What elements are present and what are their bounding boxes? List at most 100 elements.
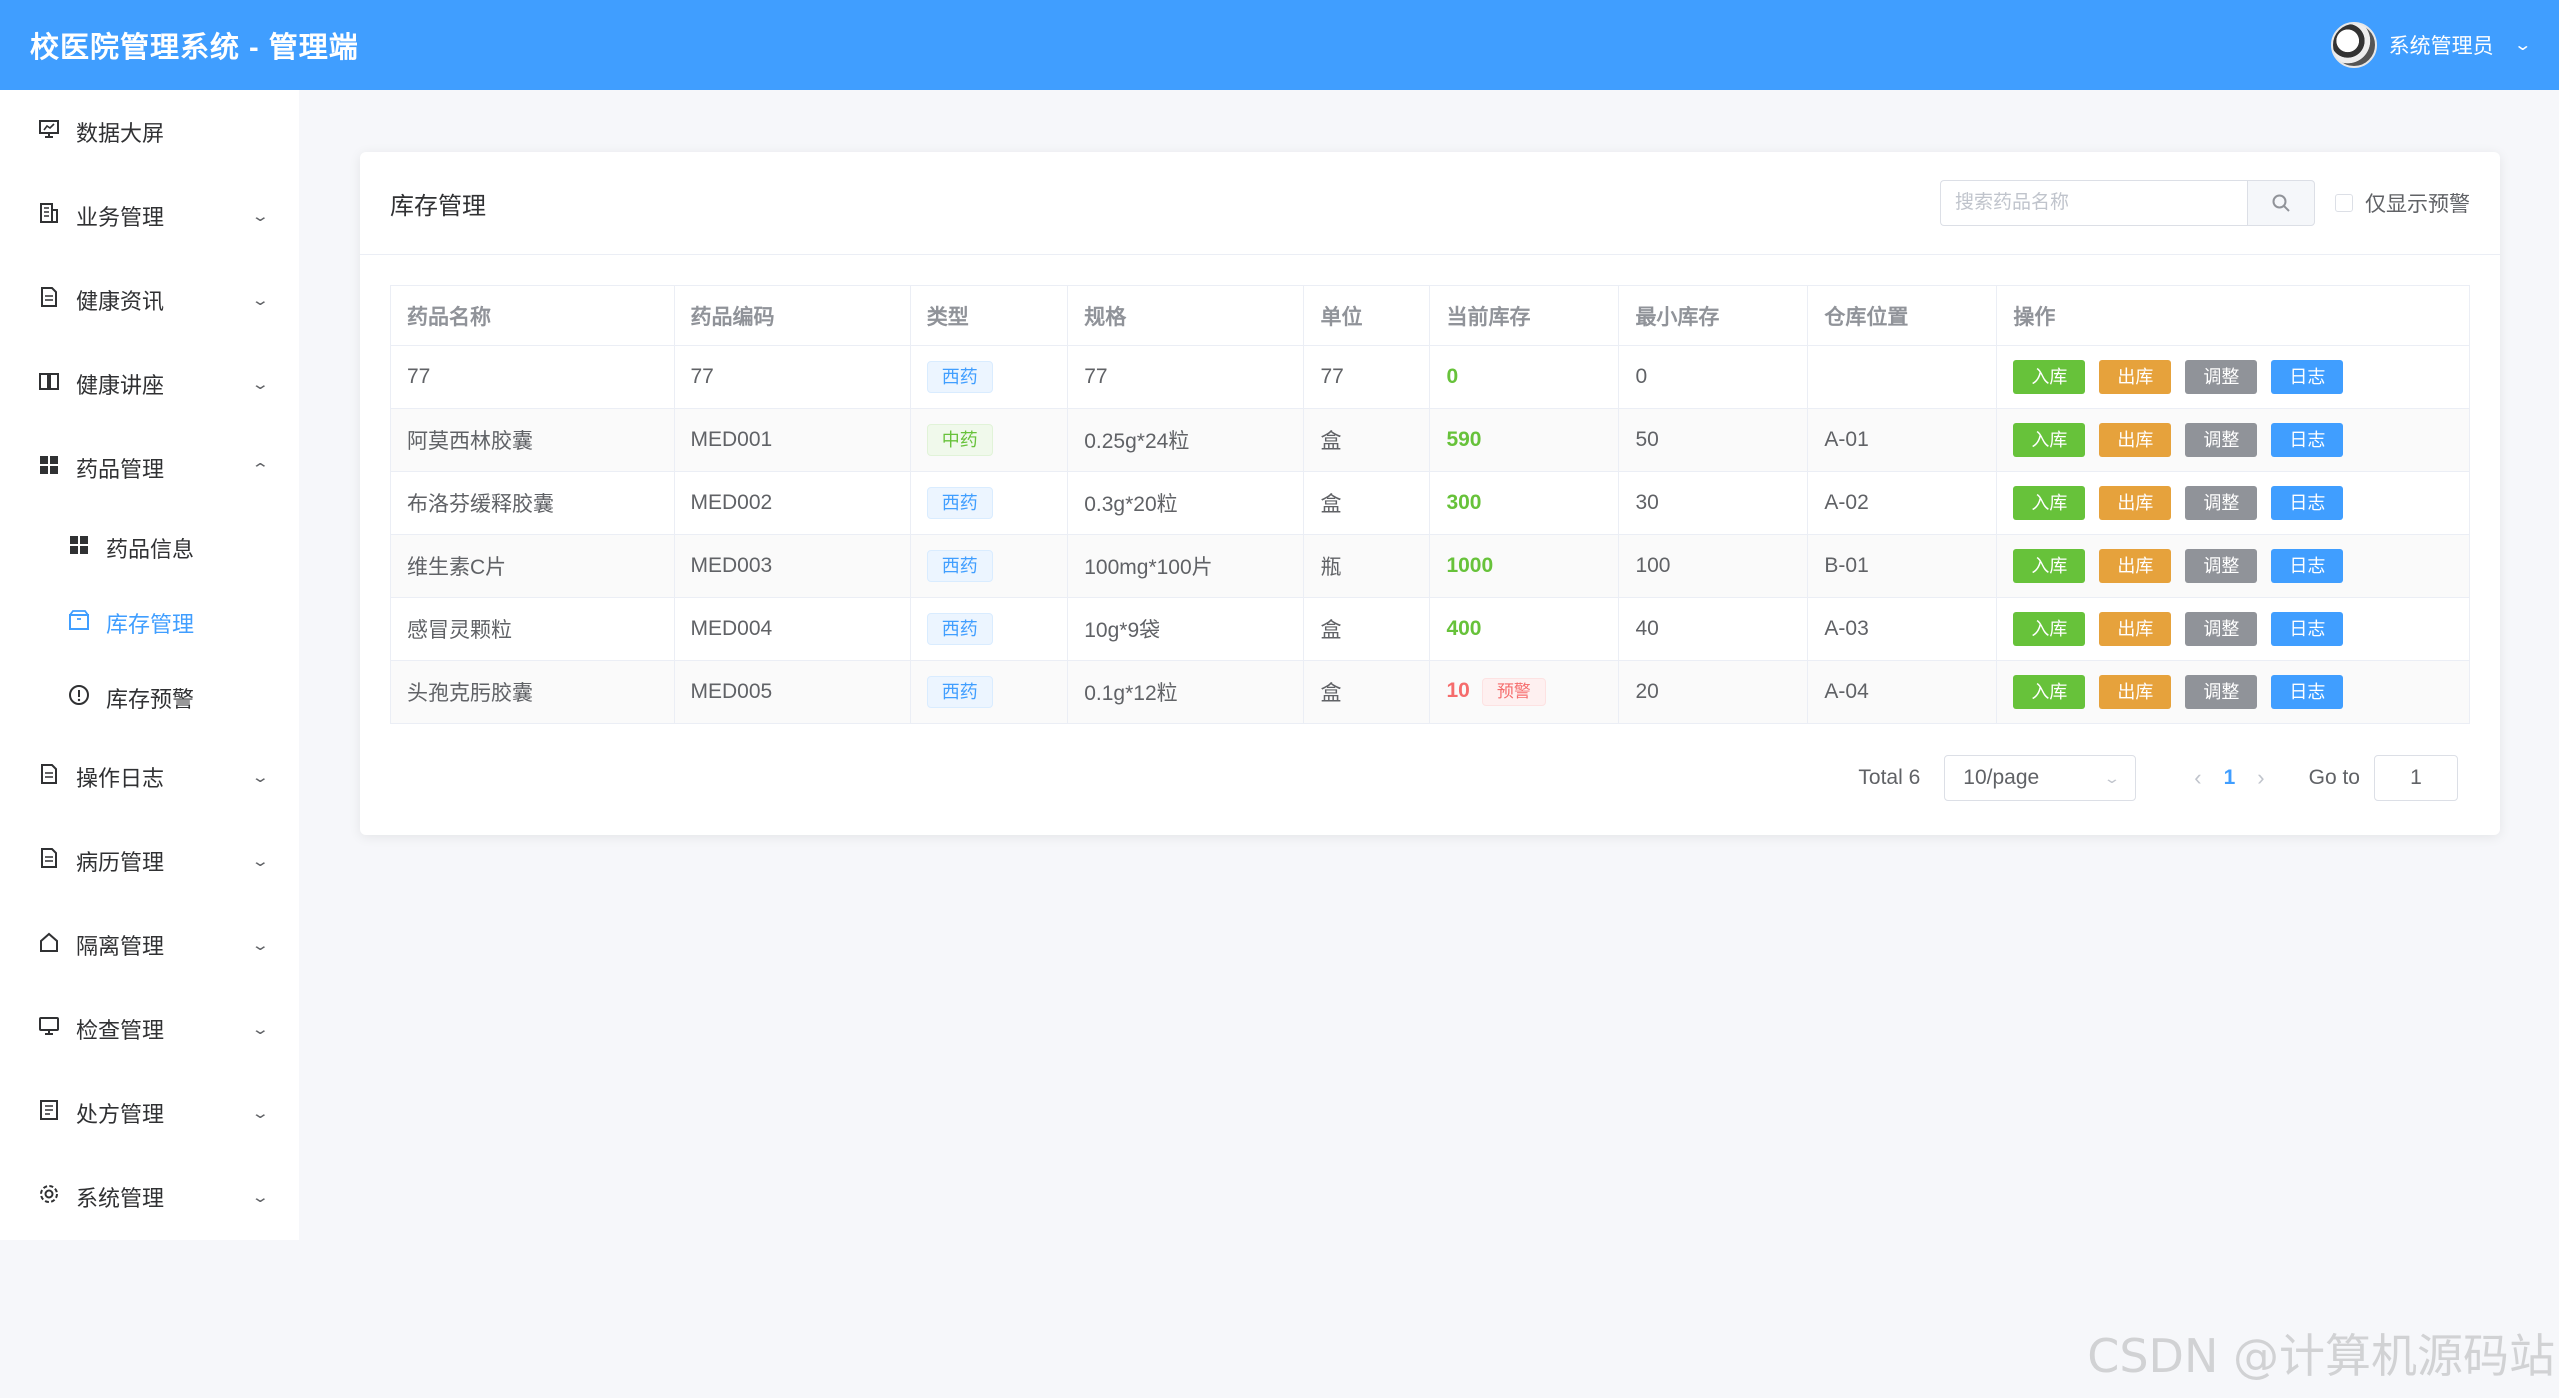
checkbox[interactable] [2335, 194, 2353, 212]
inventory-card: 库存管理 仅显示预警 药品名称 药品编码 类型 规格 单位 [360, 152, 2500, 835]
stock-out-button[interactable]: 出库 [2099, 486, 2172, 520]
stock-out-button[interactable]: 出库 [2099, 549, 2172, 583]
monitor-icon [36, 1015, 62, 1043]
search-icon[interactable] [2271, 193, 2291, 213]
table-row: 感冒灵颗粒 MED004 西药 10g*9袋盒 400 40 A-03 入库 出库 调整 日志 [390, 597, 2470, 661]
sidebar-item-dashboard[interactable]: 数据大屏 [0, 90, 299, 174]
next-page-icon[interactable]: › [2257, 765, 2264, 791]
document-icon [36, 286, 62, 314]
stock-out-button[interactable]: 出库 [2099, 360, 2172, 394]
log-button[interactable]: 日志 [2271, 423, 2344, 457]
user-menu[interactable]: 系统管理员 ⌄ [2330, 22, 2532, 68]
username[interactable]: 系统管理员 [2389, 30, 2494, 60]
cell-stock: 0 [1429, 345, 1620, 409]
avatar[interactable] [2330, 22, 2377, 68]
log-button[interactable]: 日志 [2271, 612, 2344, 646]
cell-unit: 瓶 [1303, 534, 1431, 598]
sidebar-item-health-news[interactable]: 健康资讯 ⌄ [0, 258, 299, 342]
sidebar-item-operation-log[interactable]: 操作日志 ⌄ [0, 735, 299, 819]
sidebar-subitem-label: 药品信息 [106, 536, 195, 562]
cell-type: 西药 [910, 597, 1069, 661]
sidebar-item-isolation[interactable]: 隔离管理 ⌄ [0, 903, 299, 987]
adjust-button[interactable]: 调整 [2185, 612, 2258, 646]
building-icon [36, 202, 62, 230]
stock-in-button[interactable]: 入库 [2013, 612, 2086, 646]
stock-in-button[interactable]: 入库 [2013, 423, 2086, 457]
log-button[interactable]: 日志 [2271, 486, 2344, 520]
adjust-button[interactable]: 调整 [2185, 549, 2258, 583]
stock-in-button[interactable]: 入库 [2013, 486, 2086, 520]
stock-value: 590 [1446, 428, 1482, 451]
search-button[interactable] [2247, 180, 2315, 226]
stock-in-button[interactable]: 入库 [2013, 675, 2086, 709]
sidebar-item-system[interactable]: 系统管理 ⌄ [0, 1155, 299, 1239]
warning-tag: 预警 [1481, 678, 1546, 706]
type-tag: 西药 [926, 487, 993, 519]
app-title: 校医院管理系统 - 管理端 [30, 32, 359, 64]
adjust-button[interactable]: 调整 [2185, 675, 2258, 709]
stock-out-button[interactable]: 出库 [2099, 612, 2172, 646]
cell-code: MED003 [674, 534, 911, 598]
grid-icon [66, 534, 92, 562]
cell-spec: 0.3g*20粒 [1067, 471, 1305, 535]
adjust-button[interactable]: 调整 [2185, 486, 2258, 520]
cell-code: MED002 [674, 471, 911, 535]
document-icon [36, 763, 62, 791]
cell-actions: 入库 出库 调整 日志 [1996, 534, 2470, 598]
sidebar-subitem-inventory[interactable]: 库存管理 [0, 585, 299, 660]
column-header: 仓库位置 [1807, 285, 1998, 346]
chevron-up-icon: ⌄ [251, 459, 271, 476]
sidebar-item-medical-records[interactable]: 病历管理 ⌄ [0, 819, 299, 903]
page-size-select[interactable]: 10/page ⌄ [1944, 755, 2137, 801]
table-row: 77 77 西药 77 77 0 0 入库 出库 调整 日志 [390, 345, 2470, 409]
chevron-down-icon[interactable]: ⌄ [2513, 35, 2532, 55]
type-tag: 中药 [926, 424, 993, 456]
log-button[interactable]: 日志 [2271, 360, 2344, 394]
cell-type: 中药 [910, 408, 1069, 472]
cell-location [1807, 345, 1998, 409]
cell-spec: 77 [1067, 345, 1305, 409]
sidebar-item-prescription[interactable]: 处方管理 ⌄ [0, 1071, 299, 1155]
pagination: Total 6 10/page ⌄ ‹ 1 › Go to [1858, 755, 2458, 801]
column-header: 最小库存 [1618, 285, 1809, 346]
cell-actions: 入库 出库 调整 日志 [1996, 471, 2470, 535]
checkbox-label[interactable]: 仅显示预警 [2365, 188, 2470, 218]
cell-name: 维生素C片 [390, 534, 675, 598]
chevron-down-icon[interactable]: ⌄ [2103, 770, 2121, 787]
cell-stock: 590 [1429, 408, 1620, 472]
cell-spec: 0.25g*24粒 [1067, 408, 1305, 472]
cell-location: A-03 [1807, 597, 1998, 661]
cell-stock: 400 [1429, 597, 1620, 661]
warning-only-checkbox[interactable]: 仅显示预警 [2335, 188, 2470, 218]
sidebar-subitem-medicine-info[interactable]: 药品信息 [0, 510, 299, 585]
page-size-value[interactable]: 10/page [1963, 766, 2039, 790]
table-row: 维生素C片 MED003 西药 100mg*100片瓶 1000 100 B-01 入库 出库调… [390, 534, 2470, 598]
log-button[interactable]: 日志 [2271, 675, 2344, 709]
chevron-down-icon: ⌄ [251, 1105, 271, 1122]
prev-page-icon[interactable]: ‹ [2194, 765, 2201, 791]
log-button[interactable]: 日志 [2271, 549, 2344, 583]
adjust-button[interactable]: 调整 [2185, 423, 2258, 457]
sidebar-item-business[interactable]: 业务管理 ⌄ [0, 174, 299, 258]
sidebar-subitem-inventory-warning[interactable]: 库存预警 [0, 660, 299, 735]
cell-spec: 100mg*100片 [1067, 534, 1305, 598]
sidebar-item-examination[interactable]: 检查管理 ⌄ [0, 987, 299, 1071]
stock-in-button[interactable]: 入库 [2013, 549, 2086, 583]
sidebar-item-label: 隔离管理 [76, 934, 165, 959]
stock-in-button[interactable]: 入库 [2013, 360, 2086, 394]
stock-value: 1000 [1446, 554, 1494, 577]
adjust-button[interactable]: 调整 [2185, 360, 2258, 394]
sidebar-item-label: 健康讲座 [76, 373, 165, 398]
page-number-current[interactable]: 1 [2224, 766, 2236, 790]
sidebar-item-label: 系统管理 [76, 1186, 165, 1211]
sidebar-item-label: 病历管理 [76, 850, 165, 875]
cell-stock: 1000 [1429, 534, 1620, 598]
search-input[interactable] [1940, 180, 2247, 226]
stock-out-button[interactable]: 出库 [2099, 423, 2172, 457]
sidebar-item-label: 健康资讯 [76, 289, 165, 314]
cell-min-stock: 100 [1618, 534, 1809, 598]
goto-input[interactable] [2374, 755, 2458, 801]
stock-out-button[interactable]: 出库 [2099, 675, 2172, 709]
sidebar-item-health-lecture[interactable]: 健康讲座 ⌄ [0, 342, 299, 426]
sidebar-item-medicine[interactable]: 药品管理 ⌄ [0, 426, 299, 510]
